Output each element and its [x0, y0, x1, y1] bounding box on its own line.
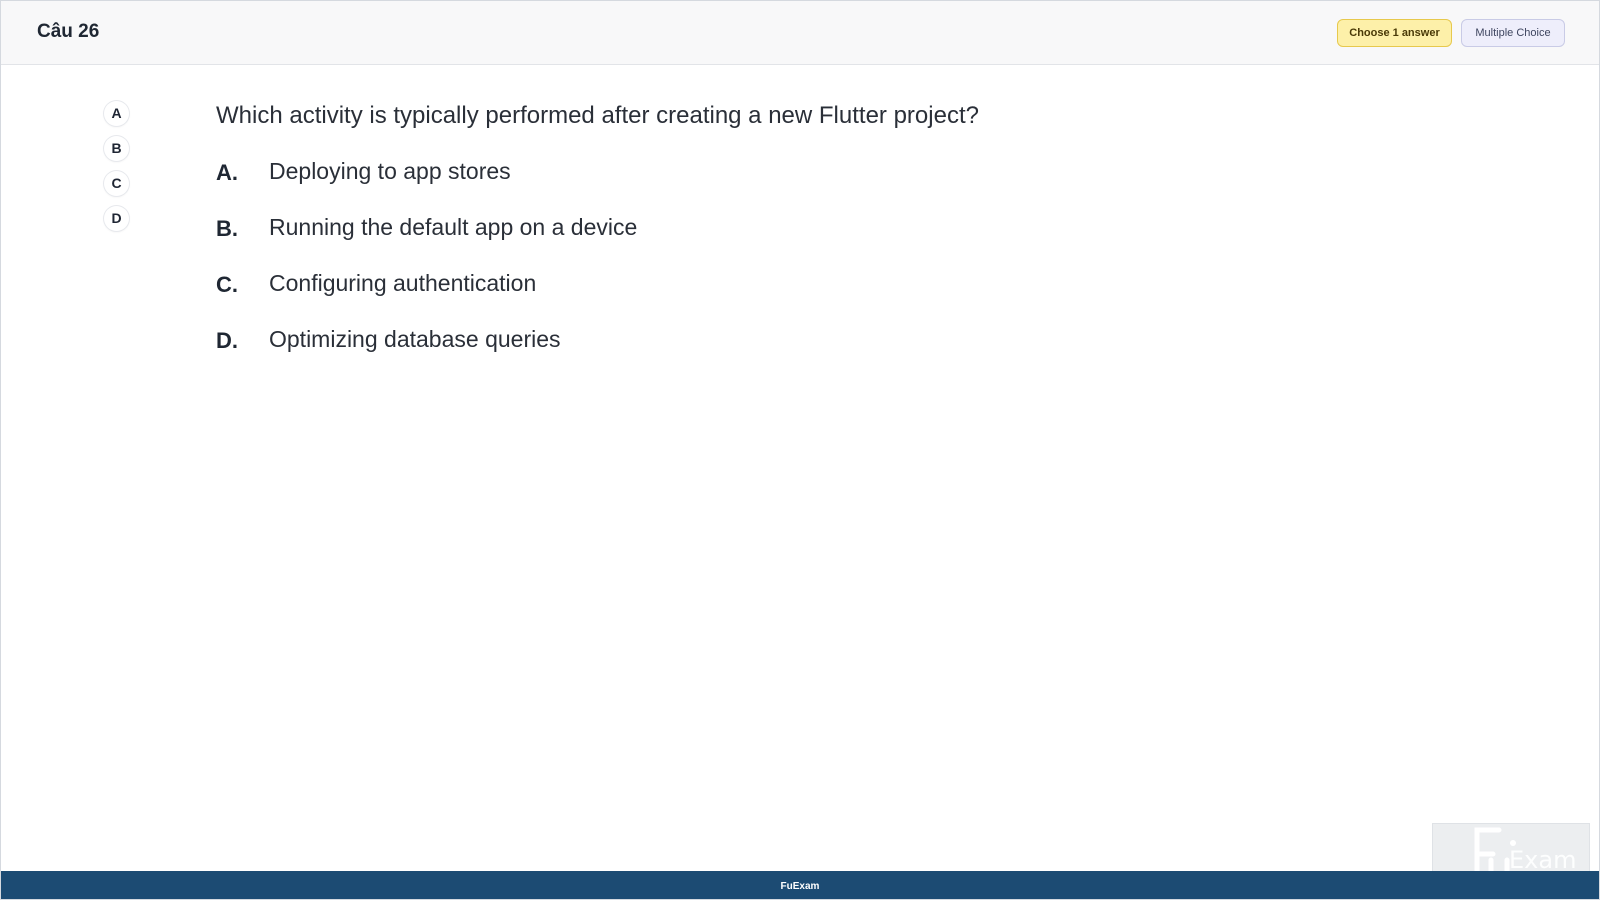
- answer-selector: A B C D: [104, 101, 130, 241]
- footer-brand: FuExam: [780, 881, 820, 892]
- question-number: Câu 26: [37, 21, 100, 42]
- option-letter: A.: [216, 160, 238, 185]
- option-c[interactable]: C. Configuring authentication: [216, 270, 637, 326]
- option-text: Configuring authentication: [269, 270, 537, 296]
- option-text: Running the default app on a device: [269, 214, 638, 240]
- footer-bar: FuExam: [1, 871, 1599, 899]
- question-text: Which activity is typically performed af…: [216, 102, 979, 129]
- choose-count-badge: Choose 1 answer: [1337, 19, 1452, 47]
- select-answer-c[interactable]: C: [104, 171, 129, 196]
- options-list: A. Deploying to app stores B. Running th…: [216, 158, 637, 382]
- option-text: Deploying to app stores: [269, 158, 511, 184]
- option-letter: B.: [216, 216, 238, 241]
- select-answer-a[interactable]: A: [104, 101, 129, 126]
- exam-frame: [0, 0, 1600, 900]
- option-d[interactable]: D. Optimizing database queries: [216, 326, 637, 382]
- select-answer-d[interactable]: D: [104, 206, 129, 231]
- option-text: Optimizing database queries: [269, 326, 561, 352]
- question-type-badge: Multiple Choice: [1461, 19, 1565, 47]
- watermark-text: Exam: [1509, 846, 1576, 874]
- option-b[interactable]: B. Running the default app on a device: [216, 214, 637, 270]
- question-header: Câu 26 Choose 1 answer Multiple Choice: [1, 1, 1599, 65]
- option-letter: C.: [216, 272, 238, 297]
- option-letter: D.: [216, 328, 238, 353]
- option-a[interactable]: A. Deploying to app stores: [216, 158, 637, 214]
- select-answer-b[interactable]: B: [104, 136, 129, 161]
